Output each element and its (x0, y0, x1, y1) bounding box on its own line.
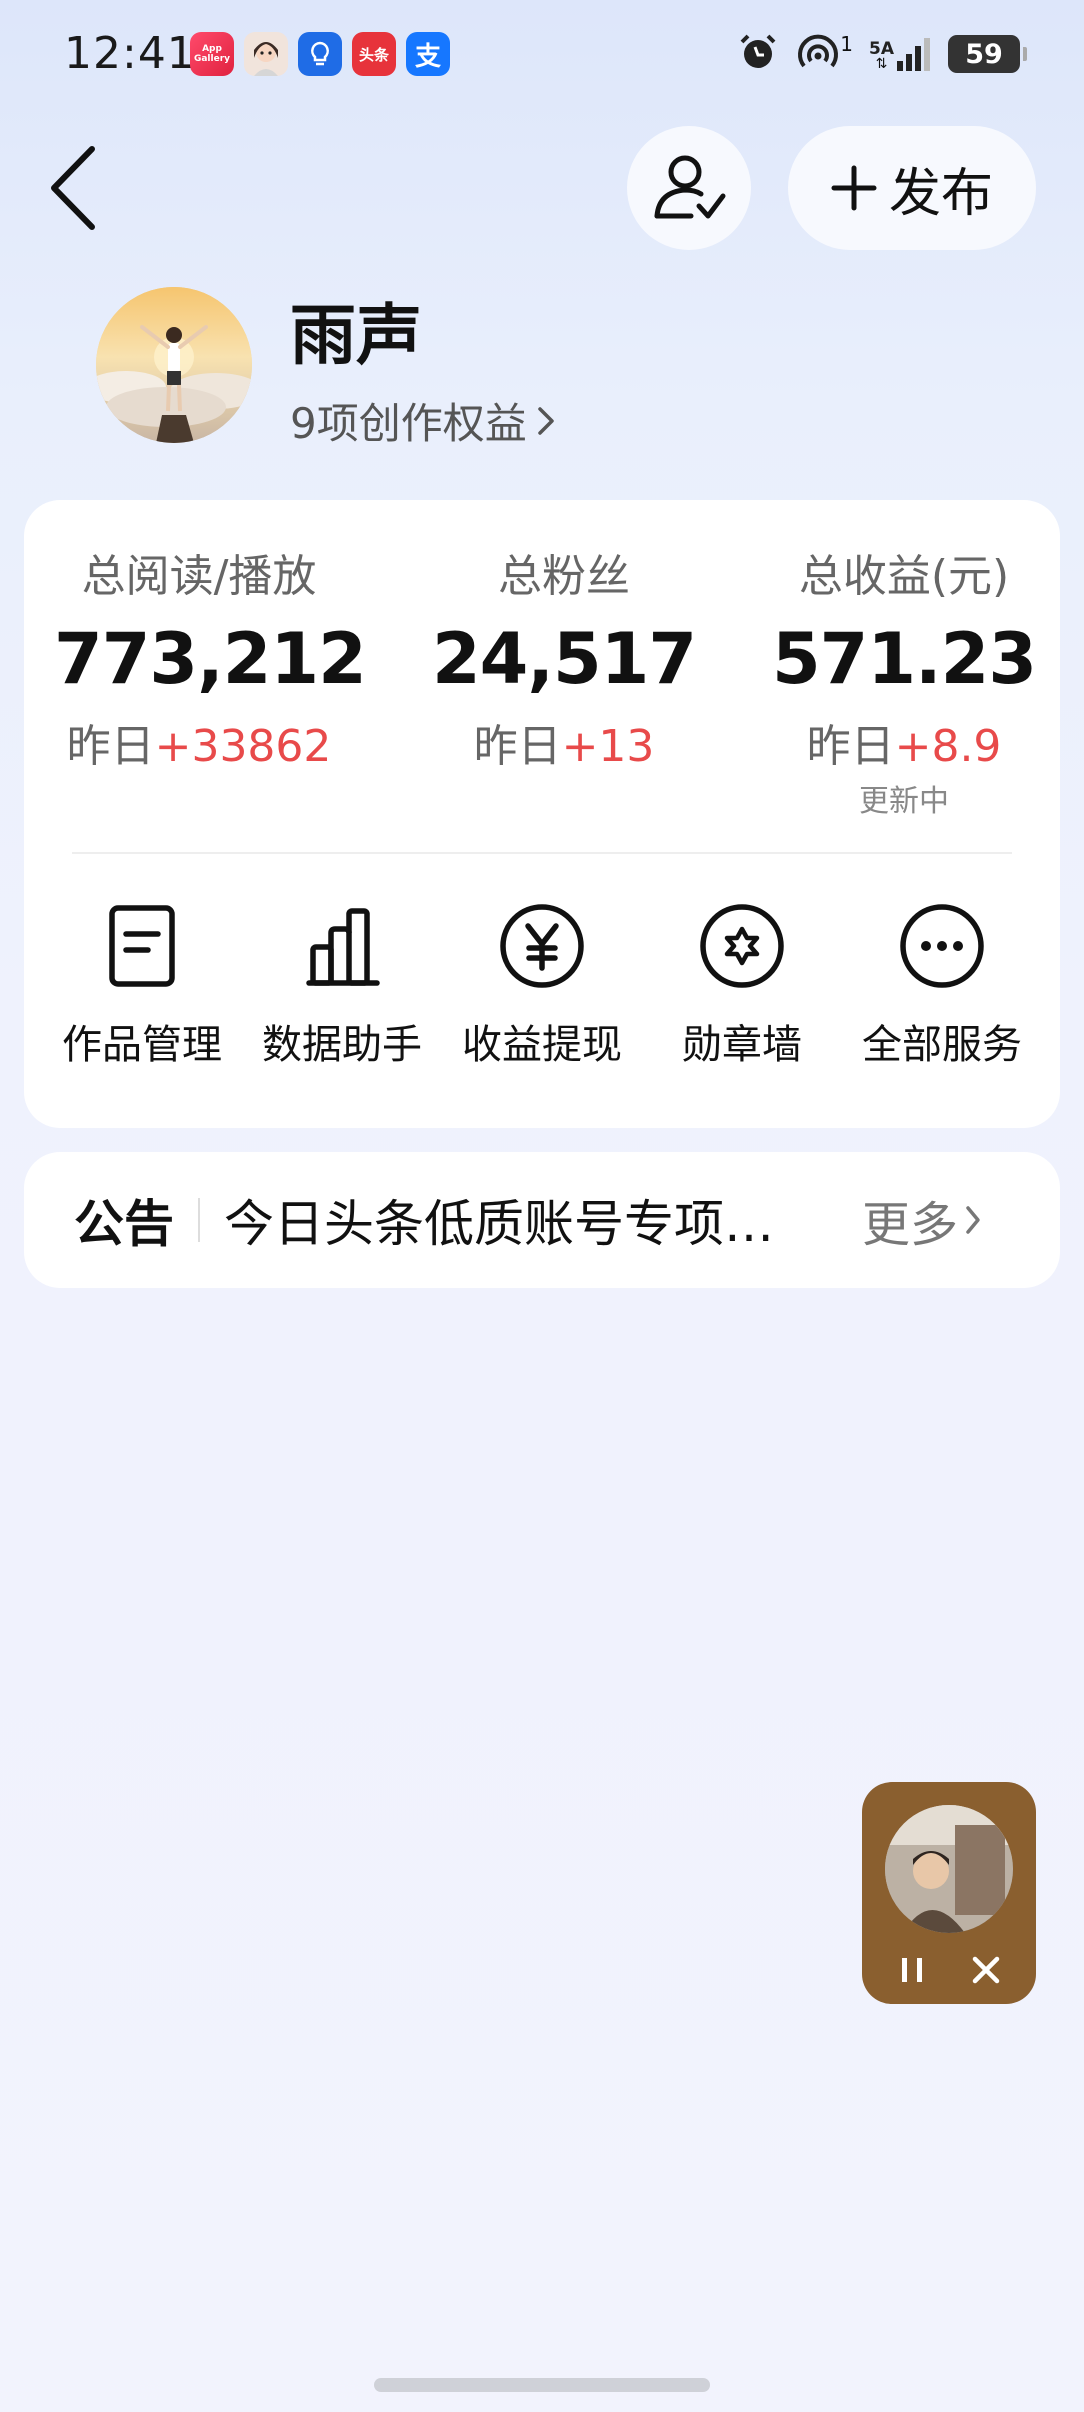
stat-updating-note: 更新中 (859, 784, 949, 819)
signal-icon: 5A ⇅ (869, 37, 932, 71)
notice-more-label: 更多 (862, 1197, 959, 1253)
avatar-app-icon (244, 32, 288, 76)
floating-player[interactable] (862, 1782, 1036, 2004)
bulb-app-icon (298, 32, 342, 76)
alipay-app-icon: 支 (406, 32, 450, 76)
service-label: 全部服务 (862, 1022, 1022, 1068)
medal-icon (694, 898, 790, 994)
service-medal-wall[interactable]: 勋章墙 (642, 898, 842, 1070)
stat-delta: 昨日+33862 (66, 721, 332, 772)
status-indicators: 1 5A ⇅ 59 (736, 30, 1027, 78)
profile-name: 雨声 (290, 297, 422, 374)
notification-icons: App Gallery 头条 支 (190, 32, 450, 76)
divider (72, 852, 1012, 854)
bar-chart-icon (294, 898, 390, 994)
follow-user-button[interactable] (627, 126, 751, 250)
stats-card: 总阅读/播放 773,212 昨日+33862 总粉丝 24,517 昨日+13… (24, 500, 1060, 1128)
stat-value: 24,517 (431, 618, 697, 700)
stat-total-reads[interactable]: 总阅读/播放 773,212 昨日+33862 (54, 540, 367, 774)
creator-rights-label: 9项创作权益 (290, 399, 527, 448)
notice-separator (198, 1198, 200, 1242)
avatar[interactable] (96, 287, 252, 443)
battery-indicator: 59 (948, 35, 1027, 73)
stat-value: 571.23 (771, 618, 1037, 700)
service-works-management[interactable]: 作品管理 (42, 898, 242, 1070)
notice-text[interactable]: 今日头条低质账号专项… (224, 1184, 822, 1256)
notice-more-link[interactable]: 更多 (862, 1185, 982, 1255)
service-data-assistant[interactable]: 数据助手 (242, 898, 442, 1070)
notice-title: 公告 (74, 1195, 174, 1253)
toutiao-app-icon: 头条 (352, 32, 396, 76)
back-button[interactable] (48, 140, 112, 236)
service-label: 收益提现 (462, 1022, 622, 1068)
notice-card[interactable]: 公告 今日头条低质账号专项… 更多 (24, 1152, 1060, 1288)
chevron-right-icon (537, 406, 554, 435)
chevron-right-icon (966, 1206, 980, 1234)
plus-icon (831, 165, 877, 211)
hotspot-count: 1 (840, 32, 853, 56)
stat-delta: 昨日+8.9 (806, 721, 1002, 772)
publish-button[interactable]: 发布 (788, 126, 1036, 250)
close-icon (972, 1956, 1000, 1984)
app-gallery-icon: App Gallery (190, 32, 234, 76)
home-indicator[interactable] (374, 2378, 710, 2392)
publish-label: 发布 (888, 163, 993, 224)
creator-rights-link[interactable]: 9项创作权益 (290, 390, 557, 451)
chevron-left-icon (51, 146, 95, 230)
status-time: 12:41 (64, 28, 196, 79)
status-bar: 12:41 App Gallery 头条 支 1 5A ⇅ 59 (0, 0, 1084, 110)
stat-delta: 昨日+13 (473, 721, 655, 772)
pause-icon (902, 1958, 922, 1982)
stat-label: 总粉丝 (498, 551, 630, 602)
player-thumbnail[interactable] (885, 1805, 1013, 1933)
pause-button[interactable] (884, 1942, 940, 1998)
stat-label: 总阅读/播放 (81, 551, 317, 602)
stat-total-earnings[interactable]: 总收益(元) 571.23 昨日+8.9 更新中 (759, 540, 1049, 820)
network-type: 5A (869, 39, 894, 59)
service-grid: 作品管理 数据助手 收益提现 勋章墙 全部服务 (24, 898, 1060, 1070)
stat-value: 773,212 (54, 618, 367, 700)
stat-label: 总收益(元) (798, 551, 1010, 602)
stat-total-fans[interactable]: 总粉丝 24,517 昨日+13 (419, 540, 709, 774)
close-player-button[interactable] (958, 1942, 1014, 1998)
service-earnings-withdraw[interactable]: 收益提现 (442, 898, 642, 1070)
service-label: 数据助手 (262, 1022, 422, 1068)
hotspot-icon: 1 (796, 32, 853, 76)
service-label: 勋章墙 (682, 1022, 802, 1068)
service-all-services[interactable]: 全部服务 (842, 898, 1042, 1070)
user-check-icon (654, 155, 726, 219)
service-label: 作品管理 (62, 1022, 222, 1068)
document-icon (94, 898, 190, 994)
yuan-coin-icon (494, 898, 590, 994)
alarm-icon (736, 30, 780, 78)
more-icon (894, 898, 990, 994)
